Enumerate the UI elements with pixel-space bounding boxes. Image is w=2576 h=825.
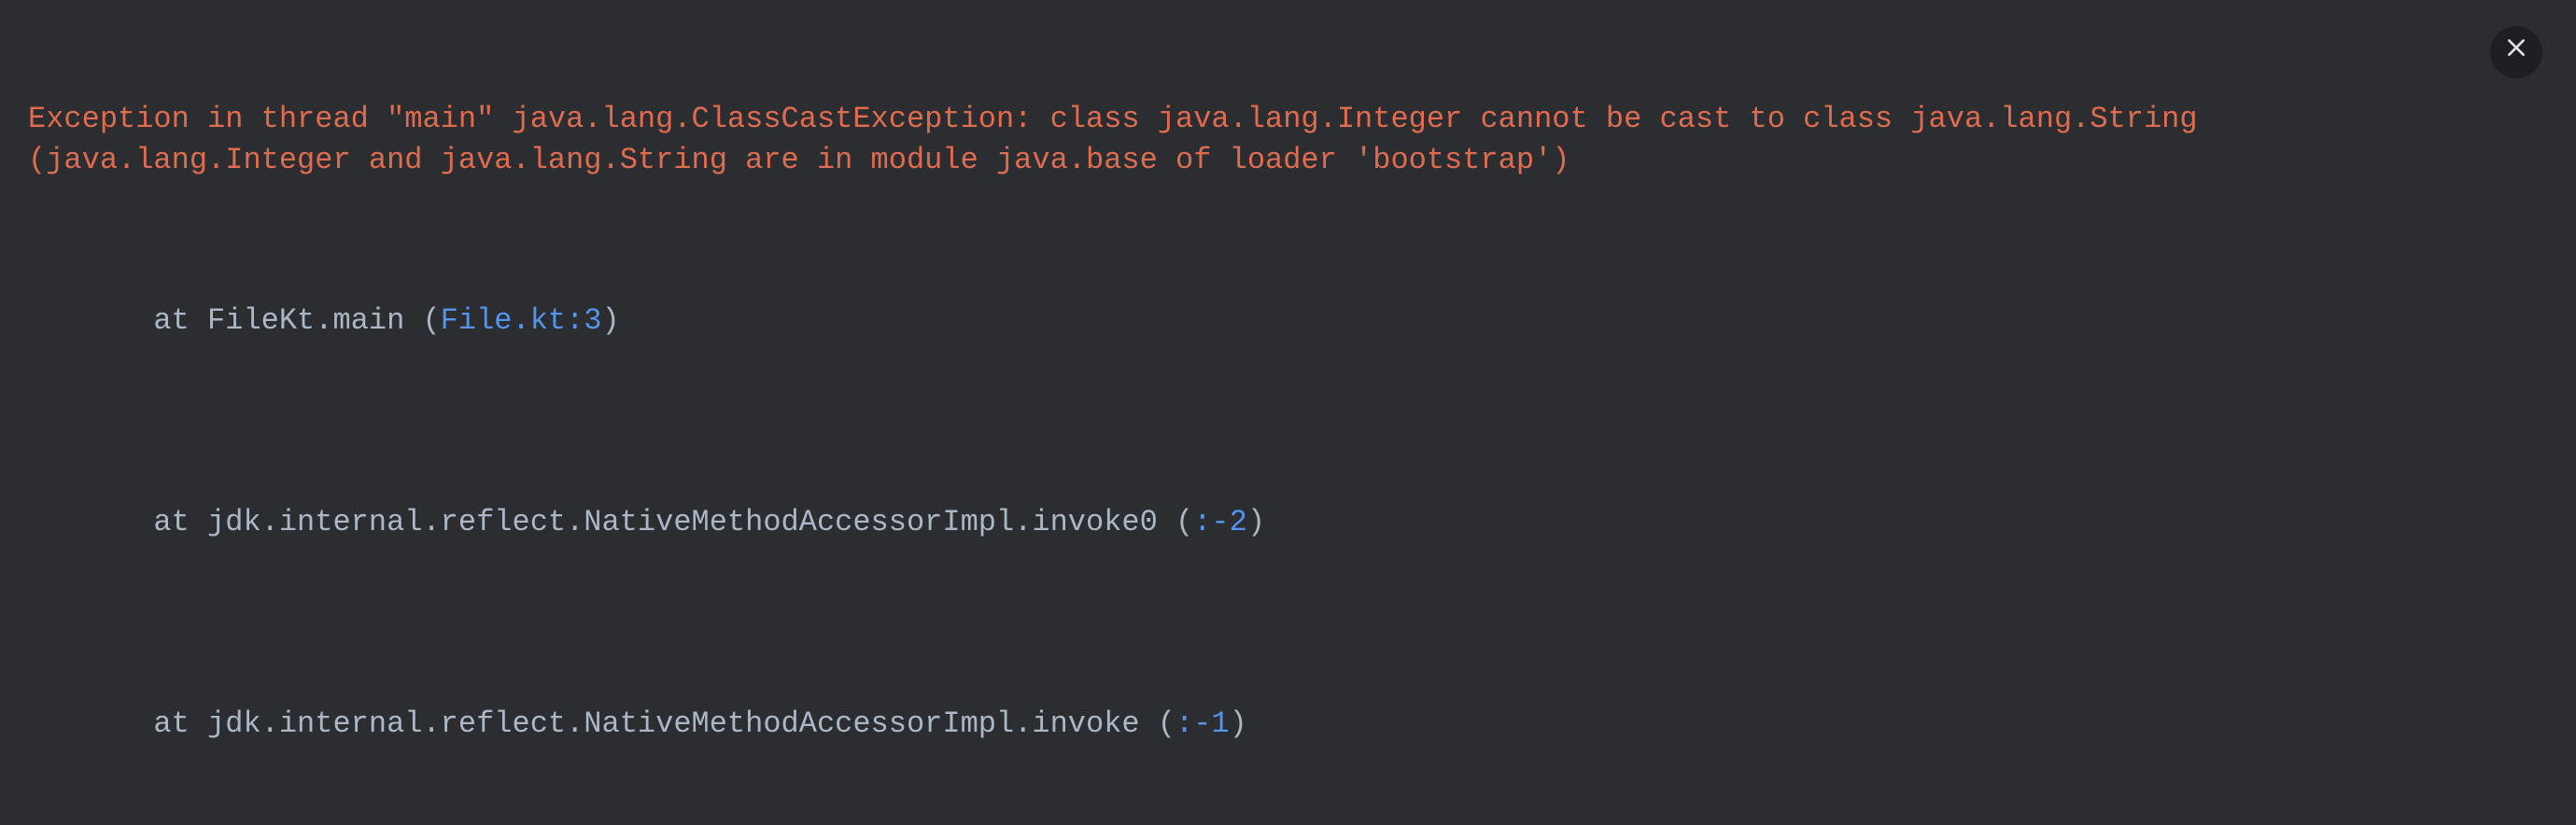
at-keyword: at (135, 706, 207, 741)
close-button[interactable] (2490, 26, 2542, 78)
at-keyword: at (135, 505, 207, 539)
paren: ( (404, 303, 440, 338)
console-output: Exception in thread "main" java.lang.Cla… (28, 19, 2456, 825)
paren: ) (1230, 706, 1247, 741)
paren: ( (1140, 706, 1175, 741)
paren: ( (1158, 505, 1193, 539)
close-icon (2504, 32, 2528, 72)
stack-frame: at jdk.internal.reflect.NativeMethodAcce… (28, 462, 2456, 583)
at-keyword: at (135, 303, 207, 338)
paren: ) (1247, 505, 1265, 539)
method-name: jdk.internal.reflect.NativeMethodAccesso… (207, 505, 1158, 539)
method-name: jdk.internal.reflect.NativeMethodAccesso… (207, 706, 1140, 741)
paren: ) (602, 303, 620, 338)
method-name: FileKt.main (207, 303, 404, 338)
source-link[interactable]: :-2 (1193, 505, 1247, 539)
exception-header: Exception in thread "main" java.lang.Cla… (28, 99, 2456, 179)
source-link[interactable]: :-1 (1175, 706, 1230, 741)
stack-frame: at jdk.internal.reflect.NativeMethodAcce… (28, 664, 2456, 785)
stack-frame: at FileKt.main (File.kt:3) (28, 260, 2456, 382)
source-link[interactable]: File.kt:3 (441, 303, 602, 338)
